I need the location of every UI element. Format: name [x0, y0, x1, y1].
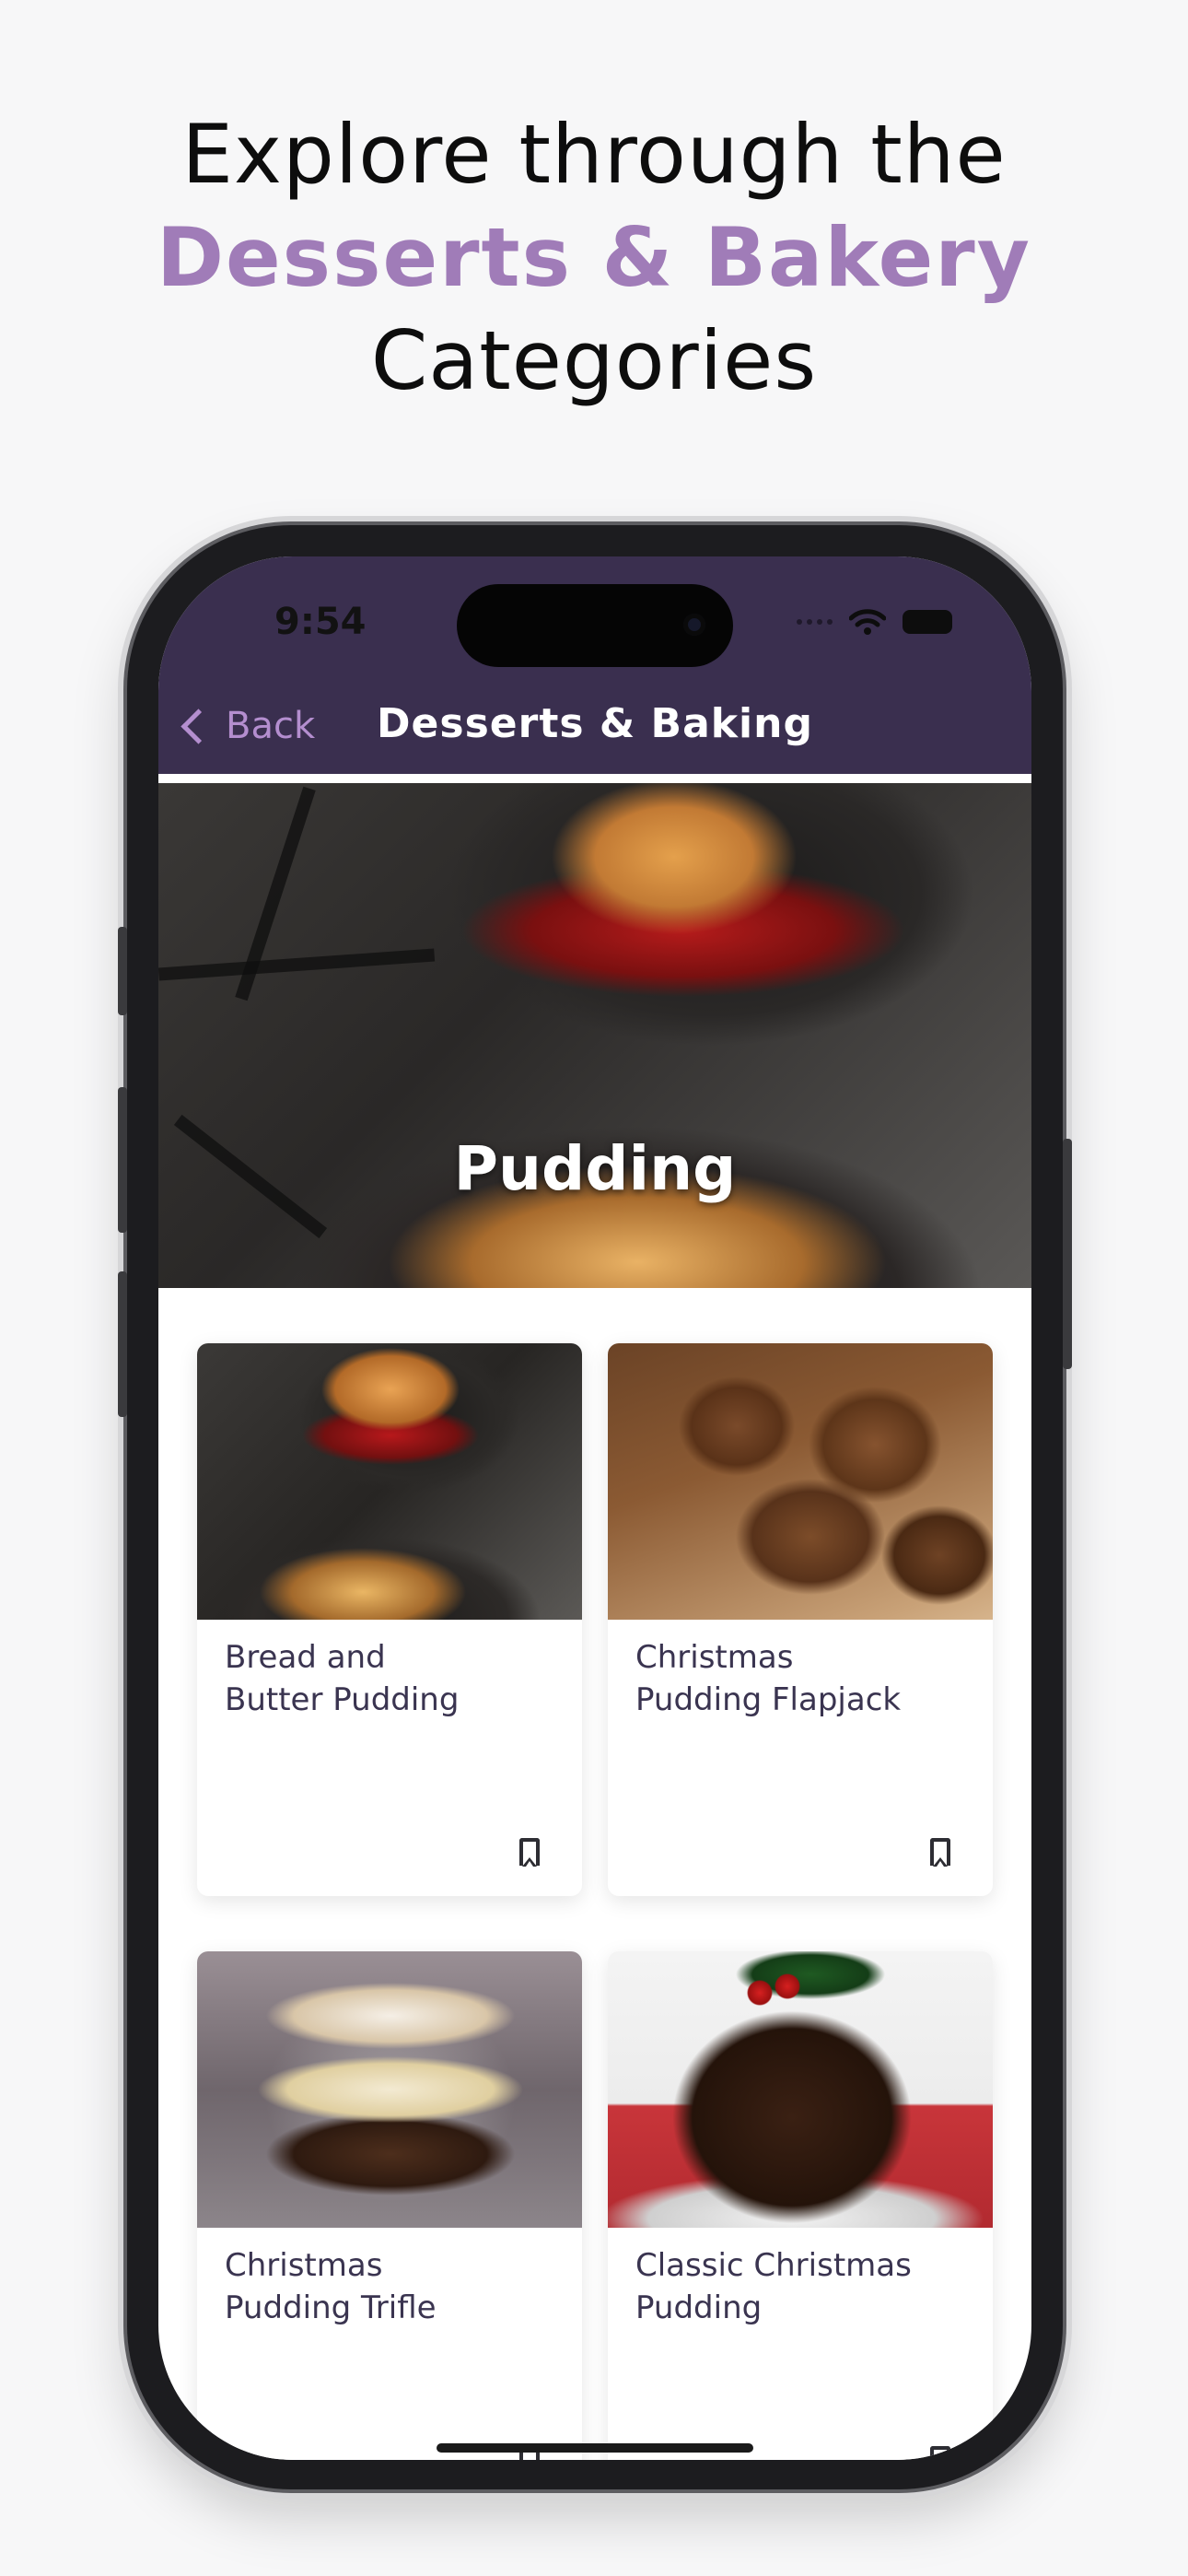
header-divider: [158, 774, 1031, 783]
recipe-title: Bread and Butter Pudding: [225, 1639, 460, 1718]
home-indicator[interactable]: [437, 2443, 753, 2453]
recipe-image: [608, 1343, 993, 1620]
headline-line-3: Categories: [370, 313, 818, 408]
power-button: [1063, 1139, 1072, 1369]
wifi-icon: [849, 609, 886, 635]
status-time: 9:54: [274, 601, 367, 643]
recipe-card[interactable]: Bread and Butter Pudding: [197, 1343, 582, 1896]
recipe-image: [197, 1343, 582, 1620]
app-screen: 9:54 Back Desserts & Baking Pudding Brea…: [158, 556, 1031, 2460]
camera-icon: [683, 614, 705, 636]
action-button: [118, 927, 127, 1015]
recipe-card[interactable]: Classic Christmas Pudding: [608, 1951, 993, 2460]
recipe-image: [608, 1951, 993, 2228]
headline: Explore through the Desserts & Bakery Ca…: [0, 103, 1188, 413]
recipe-card[interactable]: Christmas Pudding Trifle: [197, 1951, 582, 2460]
volume-up-button: [118, 1087, 127, 1233]
dynamic-island: [457, 584, 733, 667]
bookmark-icon[interactable]: [930, 2446, 950, 2460]
headline-accent: Desserts & Bakery: [156, 210, 1032, 305]
category-hero-image: Pudding: [158, 783, 1031, 1288]
bookmark-icon[interactable]: [519, 1838, 540, 1867]
nav-title: Desserts & Baking: [377, 700, 813, 747]
battery-icon: [903, 610, 952, 634]
recipe-image: [197, 1951, 582, 2228]
category-title: Pudding: [453, 1133, 737, 1204]
recipe-title: Classic Christmas Pudding: [635, 2247, 912, 2326]
recipe-title: Christmas Pudding Trifle: [225, 2247, 437, 2326]
headline-line-1: Explore through the: [181, 107, 1007, 202]
recipe-title: Christmas Pudding Flapjack: [635, 1639, 902, 1718]
app-header: 9:54 Back Desserts & Baking: [158, 556, 1031, 774]
status-icons: [797, 608, 952, 636]
signal-icon: [797, 619, 833, 625]
volume-down-button: [118, 1271, 127, 1417]
recipe-card[interactable]: Christmas Pudding Flapjack: [608, 1343, 993, 1896]
bookmark-icon[interactable]: [930, 1838, 950, 1867]
